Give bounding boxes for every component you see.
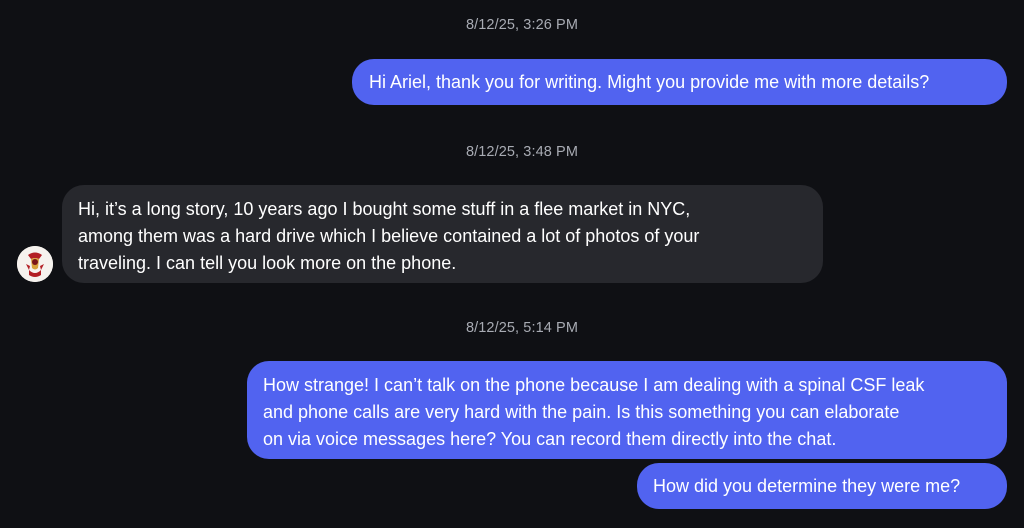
message-text-line: and phone calls are very hard with the p… — [263, 402, 900, 422]
message-text-line: How did you determine they were me? — [653, 476, 961, 496]
message-timestamp: 8/12/25, 3:26 PM — [465, 17, 579, 33]
message-text-line: on via voice messages here? You can reco… — [263, 429, 837, 449]
message-text-line: among them was a hard drive which I beli… — [78, 226, 700, 246]
message-timestamp: 8/12/25, 3:48 PM — [465, 144, 579, 160]
avatar-image — [17, 246, 53, 282]
contact-avatar-icon[interactable] — [17, 246, 53, 282]
incoming-message-bubble[interactable]: Hi, it’s a long story, 10 years ago I bo… — [62, 185, 823, 283]
message-text-line: traveling. I can tell you look more on t… — [78, 253, 457, 273]
message-text-line: How strange! I can’t talk on the phone b… — [263, 375, 925, 395]
outgoing-message-bubble[interactable]: How strange! I can’t talk on the phone b… — [247, 361, 1007, 459]
outgoing-message-bubble[interactable]: Hi Ariel, thank you for writing. Might y… — [352, 59, 1007, 105]
outgoing-message-bubble[interactable]: How did you determine they were me? — [637, 463, 1007, 509]
message-timestamp: 8/12/25, 5:14 PM — [465, 320, 579, 336]
message-text-line: Hi, it’s a long story, 10 years ago I bo… — [78, 199, 691, 219]
message-text-line: Hi Ariel, thank you for writing. Might y… — [369, 72, 930, 92]
chat-thread: 8/12/25, 3:26 PM Hi Ariel, thank you for… — [0, 0, 1024, 528]
